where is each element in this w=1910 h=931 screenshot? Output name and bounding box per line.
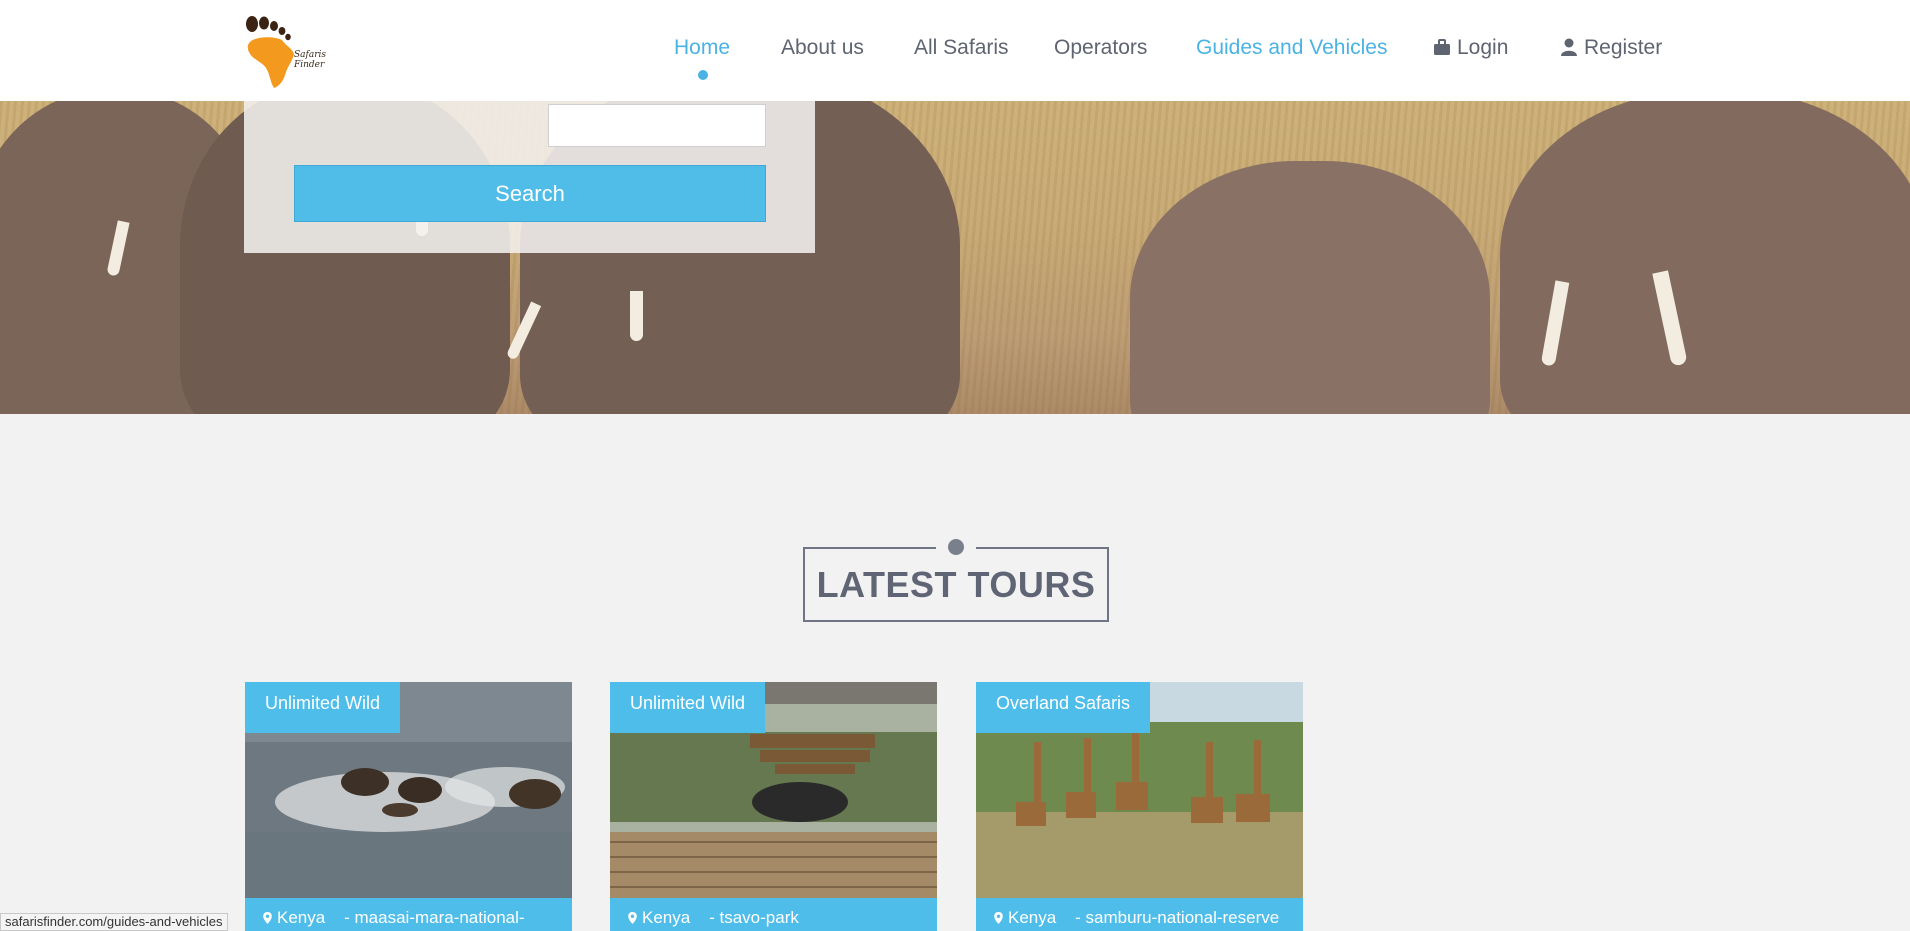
operator-tag: Unlimited Wild [245,682,401,733]
tour-card[interactable]: Overland Safaris Kenya - samburu-nationa… [976,682,1303,931]
nav-home[interactable]: Home [674,36,730,60]
user-icon [1561,38,1577,56]
map-pin-icon [994,912,1003,924]
tour-card[interactable]: Unlimited Wild Kenya - maasai-mara-natio… [245,682,572,931]
nav-login-label: Login [1457,36,1509,59]
tour-location: Kenya - samburu-national-reserve [976,898,1303,931]
status-bar-url: safarisfinder.com/guides-and-vehicles [0,913,228,931]
operator-tag: Overland Safaris [976,682,1151,733]
logo-text: Safaris Finder [294,50,327,70]
tour-place: - samburu-national-reserve [1075,908,1280,927]
nav-operators[interactable]: Operators [1054,36,1147,60]
nav-register-label: Register [1584,36,1663,59]
search-button[interactable]: Search [294,165,766,222]
tour-card[interactable]: Unlimited Wild Kenya - tsavo-park [610,682,937,931]
briefcase-icon [1434,39,1450,55]
active-indicator-dot [698,70,708,80]
tour-location: Kenya - maasai-mara-national- [245,898,572,931]
nav-register[interactable]: Register [1560,36,1662,60]
search-input[interactable] [548,104,766,147]
tour-country: Kenya [1008,908,1057,927]
tusk-shape [630,291,643,341]
nav-about-us[interactable]: About us [781,36,864,60]
tour-country: Kenya [277,908,326,927]
site-logo[interactable]: Safaris Finder [244,16,354,90]
nav-login[interactable]: Login [1433,36,1508,60]
section-title: LATEST TOURS [803,547,1109,622]
site-header: Safaris Finder Home About us All Safaris… [0,0,1910,101]
nav-guides-and-vehicles[interactable]: Guides and Vehicles [1196,36,1387,60]
tour-place: - maasai-mara-national- [344,908,525,927]
map-pin-icon [628,912,637,924]
tour-country: Kenya [642,908,691,927]
operator-tag: Unlimited Wild [610,682,766,733]
nav-all-safaris[interactable]: All Safaris [914,36,1009,60]
tour-location: Kenya - tsavo-park [610,898,937,931]
map-pin-icon [263,912,272,924]
tour-place: - tsavo-park [709,908,799,927]
elephant-shape [1500,101,1910,414]
title-ornament-dot [948,539,964,555]
elephant-shape [1130,161,1490,414]
search-panel: Search [244,101,815,253]
